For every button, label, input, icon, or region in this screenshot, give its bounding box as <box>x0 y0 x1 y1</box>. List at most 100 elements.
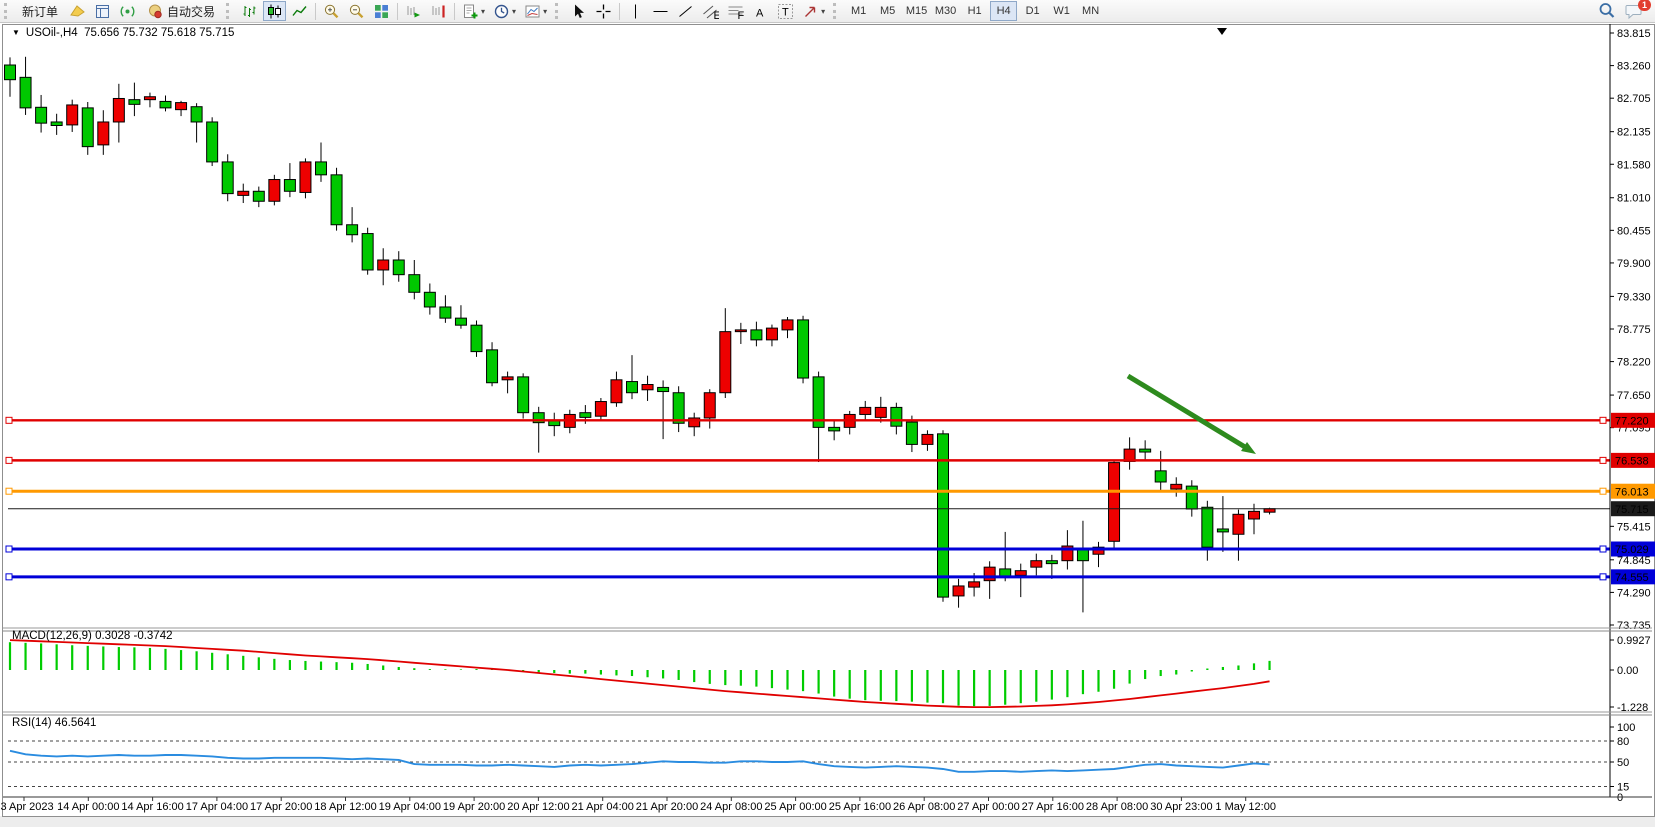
origami-icon[interactable] <box>66 1 89 21</box>
signal-icon[interactable] <box>116 1 139 21</box>
line-handle-right[interactable] <box>1600 488 1606 494</box>
timeframe-m1-button[interactable]: M1 <box>845 1 872 21</box>
toolbar-grip[interactable] <box>226 3 234 19</box>
timeframe-h4-button[interactable]: H4 <box>990 1 1017 21</box>
candle <box>222 162 233 194</box>
auto-scroll-button[interactable] <box>402 1 425 21</box>
timeframe-mn-button[interactable]: MN <box>1077 1 1104 21</box>
chart-canvas[interactable]: 83.81583.26082.70582.13581.58081.01080.4… <box>0 0 1655 827</box>
candle <box>129 100 140 105</box>
macd-main-value: 0.3028 <box>95 630 130 642</box>
fibonacci-button[interactable]: F <box>724 1 747 21</box>
date-label: 19 Apr 20:00 <box>443 801 505 813</box>
date-label: 26 Apr 08:00 <box>893 801 955 813</box>
candlestick-chart-button[interactable] <box>263 1 286 21</box>
line-handle-right[interactable] <box>1600 574 1606 580</box>
toolbar-grip[interactable] <box>555 3 563 19</box>
candle <box>5 65 16 80</box>
line-handle-left[interactable] <box>6 488 12 494</box>
search-icon[interactable] <box>1595 1 1619 21</box>
macd-axis-label: 0.00 <box>1617 665 1638 677</box>
line-handle-left[interactable] <box>6 417 12 423</box>
date-label: 20 Apr 12:00 <box>507 801 569 813</box>
line-chart-button[interactable] <box>288 1 311 21</box>
candle <box>1264 509 1275 512</box>
new-order-button[interactable]: 新订单 <box>16 1 64 21</box>
price-badge-label: 74.555 <box>1615 572 1649 584</box>
autotrading-button[interactable]: 自动交易 <box>141 1 221 21</box>
line-handle-left[interactable] <box>6 546 12 552</box>
macd-axis-label: -1.228 <box>1617 702 1648 714</box>
timeframe-w1-button[interactable]: W1 <box>1048 1 1075 21</box>
date-label: 14 Apr 00:00 <box>57 801 119 813</box>
svg-text:T: T <box>782 6 789 18</box>
trend-arrow-annotation[interactable] <box>1128 376 1245 447</box>
timeframe-group: M1M5M15M30H1H4D1W1MN <box>844 1 1105 21</box>
rsi-indicator-label: RSI(14) 46.5641 <box>12 717 96 729</box>
cursor-button[interactable] <box>567 1 590 21</box>
text-button[interactable]: A <box>749 1 772 21</box>
timeframe-m5-button[interactable]: M5 <box>874 1 901 21</box>
vertical-line-button[interactable] <box>624 1 647 21</box>
date-label: 18 Apr 12:00 <box>314 801 376 813</box>
chart-menu-icon[interactable]: ▼ <box>12 28 20 37</box>
macd-axis-label: 0.9927 <box>1617 635 1651 647</box>
line-handle-left[interactable] <box>6 457 12 463</box>
date-label: 14 Apr 16:00 <box>121 801 183 813</box>
candle <box>269 180 280 202</box>
timeframe-m15-button[interactable]: M15 <box>903 1 930 21</box>
candle <box>1202 507 1213 547</box>
date-label: 25 Apr 16:00 <box>829 801 891 813</box>
candle <box>658 387 669 391</box>
chart-shift-button[interactable] <box>427 1 450 21</box>
candle <box>906 422 917 444</box>
line-handle-left[interactable] <box>6 574 12 580</box>
candle <box>113 98 124 121</box>
crosshair-button[interactable] <box>592 1 615 21</box>
timeframe-m30-button[interactable]: M30 <box>932 1 959 21</box>
candle <box>502 377 513 380</box>
bar-chart-button[interactable] <box>238 1 261 21</box>
price-badge-label: 77.220 <box>1615 416 1649 428</box>
line-handle-right[interactable] <box>1600 457 1606 463</box>
price-axis-label: 83.260 <box>1617 61 1651 73</box>
candle <box>1186 486 1197 509</box>
timeframe-clock-button[interactable]: ▾ <box>490 1 519 21</box>
candle <box>393 260 404 275</box>
price-axis-label: 79.330 <box>1617 291 1651 303</box>
line-handle-right[interactable] <box>1600 546 1606 552</box>
autotrading-icon <box>147 3 164 20</box>
arrows-button[interactable]: ▾ <box>799 1 828 21</box>
tile-windows-button[interactable] <box>370 1 393 21</box>
chart-ohlc-values: 75.656 75.732 75.618 75.715 <box>84 27 234 39</box>
toolbar-grip[interactable] <box>4 3 12 19</box>
candle <box>969 582 980 587</box>
new-chart-button[interactable]: ▾ <box>459 1 488 21</box>
timeframe-h1-button[interactable]: H1 <box>961 1 988 21</box>
timeframe-d1-button[interactable]: D1 <box>1019 1 1046 21</box>
price-badge-label: 75.029 <box>1615 544 1649 556</box>
candle <box>20 77 31 108</box>
price-axis-label: 74.845 <box>1617 555 1651 567</box>
line-handle-right[interactable] <box>1600 417 1606 423</box>
date-label: 27 Apr 16:00 <box>1022 801 1084 813</box>
candle <box>440 307 451 318</box>
template-button[interactable]: ▾ <box>521 1 550 21</box>
equidistant-channel-button[interactable]: E <box>699 1 722 21</box>
price-axis-label: 81.010 <box>1617 193 1651 205</box>
date-label: 28 Apr 08:00 <box>1086 801 1148 813</box>
zoom-out-button[interactable] <box>345 1 368 21</box>
candle <box>518 377 529 413</box>
date-label: 24 Apr 08:00 <box>700 801 762 813</box>
candle <box>704 393 715 418</box>
horizontal-line-button[interactable] <box>649 1 672 21</box>
candle <box>424 292 435 307</box>
candle <box>471 325 482 351</box>
svg-text:F: F <box>738 10 745 20</box>
trendline-button[interactable] <box>674 1 697 21</box>
text-label-button[interactable]: T <box>774 1 797 21</box>
zoom-in-button[interactable] <box>320 1 343 21</box>
price-axis-label: 75.415 <box>1617 521 1651 533</box>
toolbar-grip[interactable] <box>833 3 841 19</box>
market-watch-icon[interactable] <box>91 1 114 21</box>
